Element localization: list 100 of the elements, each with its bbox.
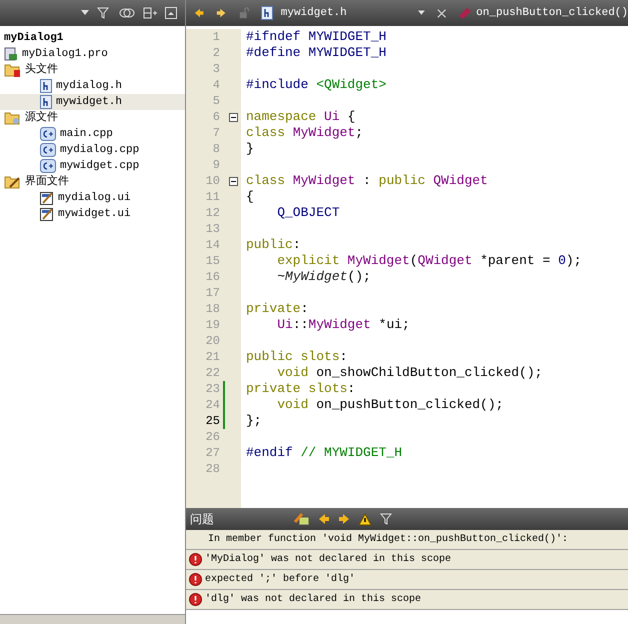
code-line: class MyWidget; xyxy=(246,125,364,140)
filter-icon[interactable] xyxy=(97,7,111,19)
tree-item[interactable]: main.cpp xyxy=(0,126,185,142)
forward-arrow-icon[interactable] xyxy=(216,7,226,19)
line-number: 2 xyxy=(212,45,220,61)
code-line: private slots: xyxy=(246,381,356,396)
line-number: 13 xyxy=(204,221,220,237)
cpp-file-icon xyxy=(40,159,56,173)
tree-item[interactable]: 界面文件 xyxy=(0,174,185,190)
collapse-icon[interactable] xyxy=(229,112,238,122)
line-number: 21 xyxy=(204,349,220,365)
close-icon[interactable] xyxy=(436,8,446,18)
code-line: Ui::MyWidget *ui; xyxy=(276,317,410,332)
split-icon[interactable] xyxy=(143,7,157,19)
project-file-icon xyxy=(4,47,18,61)
code-line: private: xyxy=(246,301,308,316)
line-number: 16 xyxy=(204,269,220,285)
tree-item[interactable]: mywidget.ui xyxy=(0,206,185,222)
line-number: 3 xyxy=(212,61,220,77)
function-icon xyxy=(458,7,472,19)
build-icon[interactable] xyxy=(294,512,310,526)
folder-icon xyxy=(4,63,21,77)
code-line: public slots: xyxy=(246,349,348,364)
cpp-file-icon xyxy=(40,143,56,157)
line-number: 28 xyxy=(204,461,220,477)
code-line: ~MyWidget(); xyxy=(276,269,371,284)
header-file-icon xyxy=(40,95,52,109)
tree-item[interactable]: myDialog1.pro xyxy=(0,46,185,62)
line-number: 1 xyxy=(212,29,220,45)
code-line: #ifndef MYWIDGET_H xyxy=(246,29,386,44)
error-icon xyxy=(189,553,202,566)
line-number: 24 xyxy=(204,397,220,413)
code-line: void on_showChildButton_clicked(); xyxy=(276,365,542,380)
tree-item[interactable]: 源文件 xyxy=(0,110,185,126)
line-number: 18 xyxy=(204,301,220,317)
issue-text: In member function 'void MyWidget::on_pushButton_clicked()': xyxy=(208,532,568,547)
code-line: public: xyxy=(246,237,301,252)
tree-item[interactable]: mywidget.h xyxy=(0,94,185,110)
code-line: }; xyxy=(246,413,262,428)
form-file-icon xyxy=(40,207,54,221)
code-line: class MyWidget : public QWidget xyxy=(246,173,488,188)
line-number: 17 xyxy=(204,285,220,301)
code-line: } xyxy=(246,141,254,156)
line-number: 23 xyxy=(204,381,220,397)
tree-item[interactable]: mydialog.h xyxy=(0,78,185,94)
issue-text: 'dlg' was not declared in this scope xyxy=(205,592,422,607)
project-root[interactable]: myDialog1 xyxy=(0,30,185,46)
code-line: explicit MyWidget(QWidget *parent = 0); xyxy=(276,253,582,268)
code-line: void on_pushButton_clicked(); xyxy=(276,397,504,412)
tree-item[interactable]: mydialog.cpp xyxy=(0,142,185,158)
code-line: #endif // MYWIDGET_H xyxy=(246,445,402,460)
line-number: 27 xyxy=(204,445,220,461)
link-icon[interactable] xyxy=(119,7,135,19)
line-number: 25 xyxy=(204,413,220,429)
previous-arrow-icon[interactable] xyxy=(318,513,330,525)
folder-icon xyxy=(4,175,21,189)
collapse-icon[interactable] xyxy=(229,176,238,186)
line-number: 19 xyxy=(204,317,220,333)
issue-text: 'MyDialog' was not declared in this scope xyxy=(205,552,452,567)
tree-item[interactable]: mywidget.cpp xyxy=(0,158,185,174)
line-number: 4 xyxy=(212,77,220,93)
error-icon xyxy=(189,593,202,606)
line-number: 14 xyxy=(204,237,220,253)
issue-row[interactable]: 'MyDialog' was not declared in this scope xyxy=(186,550,628,570)
issue-row[interactable]: 'dlg' was not declared in this scope xyxy=(186,590,628,610)
back-arrow-icon[interactable] xyxy=(194,7,204,19)
header-file-icon xyxy=(260,6,273,20)
tree-item[interactable]: mydialog.ui xyxy=(0,190,185,206)
panel-title: 问题 xyxy=(189,511,215,528)
issue-row[interactable]: In member function 'void MyWidget::on_pushButton_clicked()': xyxy=(186,530,628,550)
line-number: 22 xyxy=(204,365,220,381)
symbol-name[interactable]: on_pushButton_clicked() xyxy=(476,4,628,22)
line-number: 7 xyxy=(212,125,220,141)
tree-item[interactable]: 头文件 xyxy=(0,62,185,78)
caret-icon[interactable] xyxy=(418,10,425,16)
cpp-file-icon xyxy=(40,127,56,141)
line-number: 9 xyxy=(212,157,220,173)
error-icon xyxy=(189,573,202,586)
code-line: Q_OBJECT xyxy=(276,205,340,220)
close-panel-icon[interactable] xyxy=(165,7,177,19)
issue-row[interactable]: expected ';' before 'dlg' xyxy=(186,570,628,590)
file-name[interactable]: mywidget.h xyxy=(280,4,347,22)
issue-text: expected ';' before 'dlg' xyxy=(205,572,356,587)
line-number: 6 xyxy=(212,109,220,125)
warning-icon[interactable] xyxy=(358,512,372,526)
header-file-icon xyxy=(40,79,52,93)
line-number: 5 xyxy=(212,93,220,109)
line-number: 26 xyxy=(204,429,220,445)
code-line: #define MYWIDGET_H xyxy=(246,45,386,60)
line-number: 20 xyxy=(204,333,220,349)
filter-icon[interactable] xyxy=(380,513,394,525)
code-line: { xyxy=(246,189,254,204)
next-arrow-icon[interactable] xyxy=(338,513,350,525)
line-number: 11 xyxy=(204,189,220,205)
line-number: 12 xyxy=(204,205,220,221)
line-number: 10 xyxy=(204,173,220,189)
line-number: 8 xyxy=(212,141,220,157)
form-file-icon xyxy=(40,191,54,205)
caret-icon[interactable] xyxy=(81,10,89,16)
folder-icon xyxy=(4,111,21,125)
